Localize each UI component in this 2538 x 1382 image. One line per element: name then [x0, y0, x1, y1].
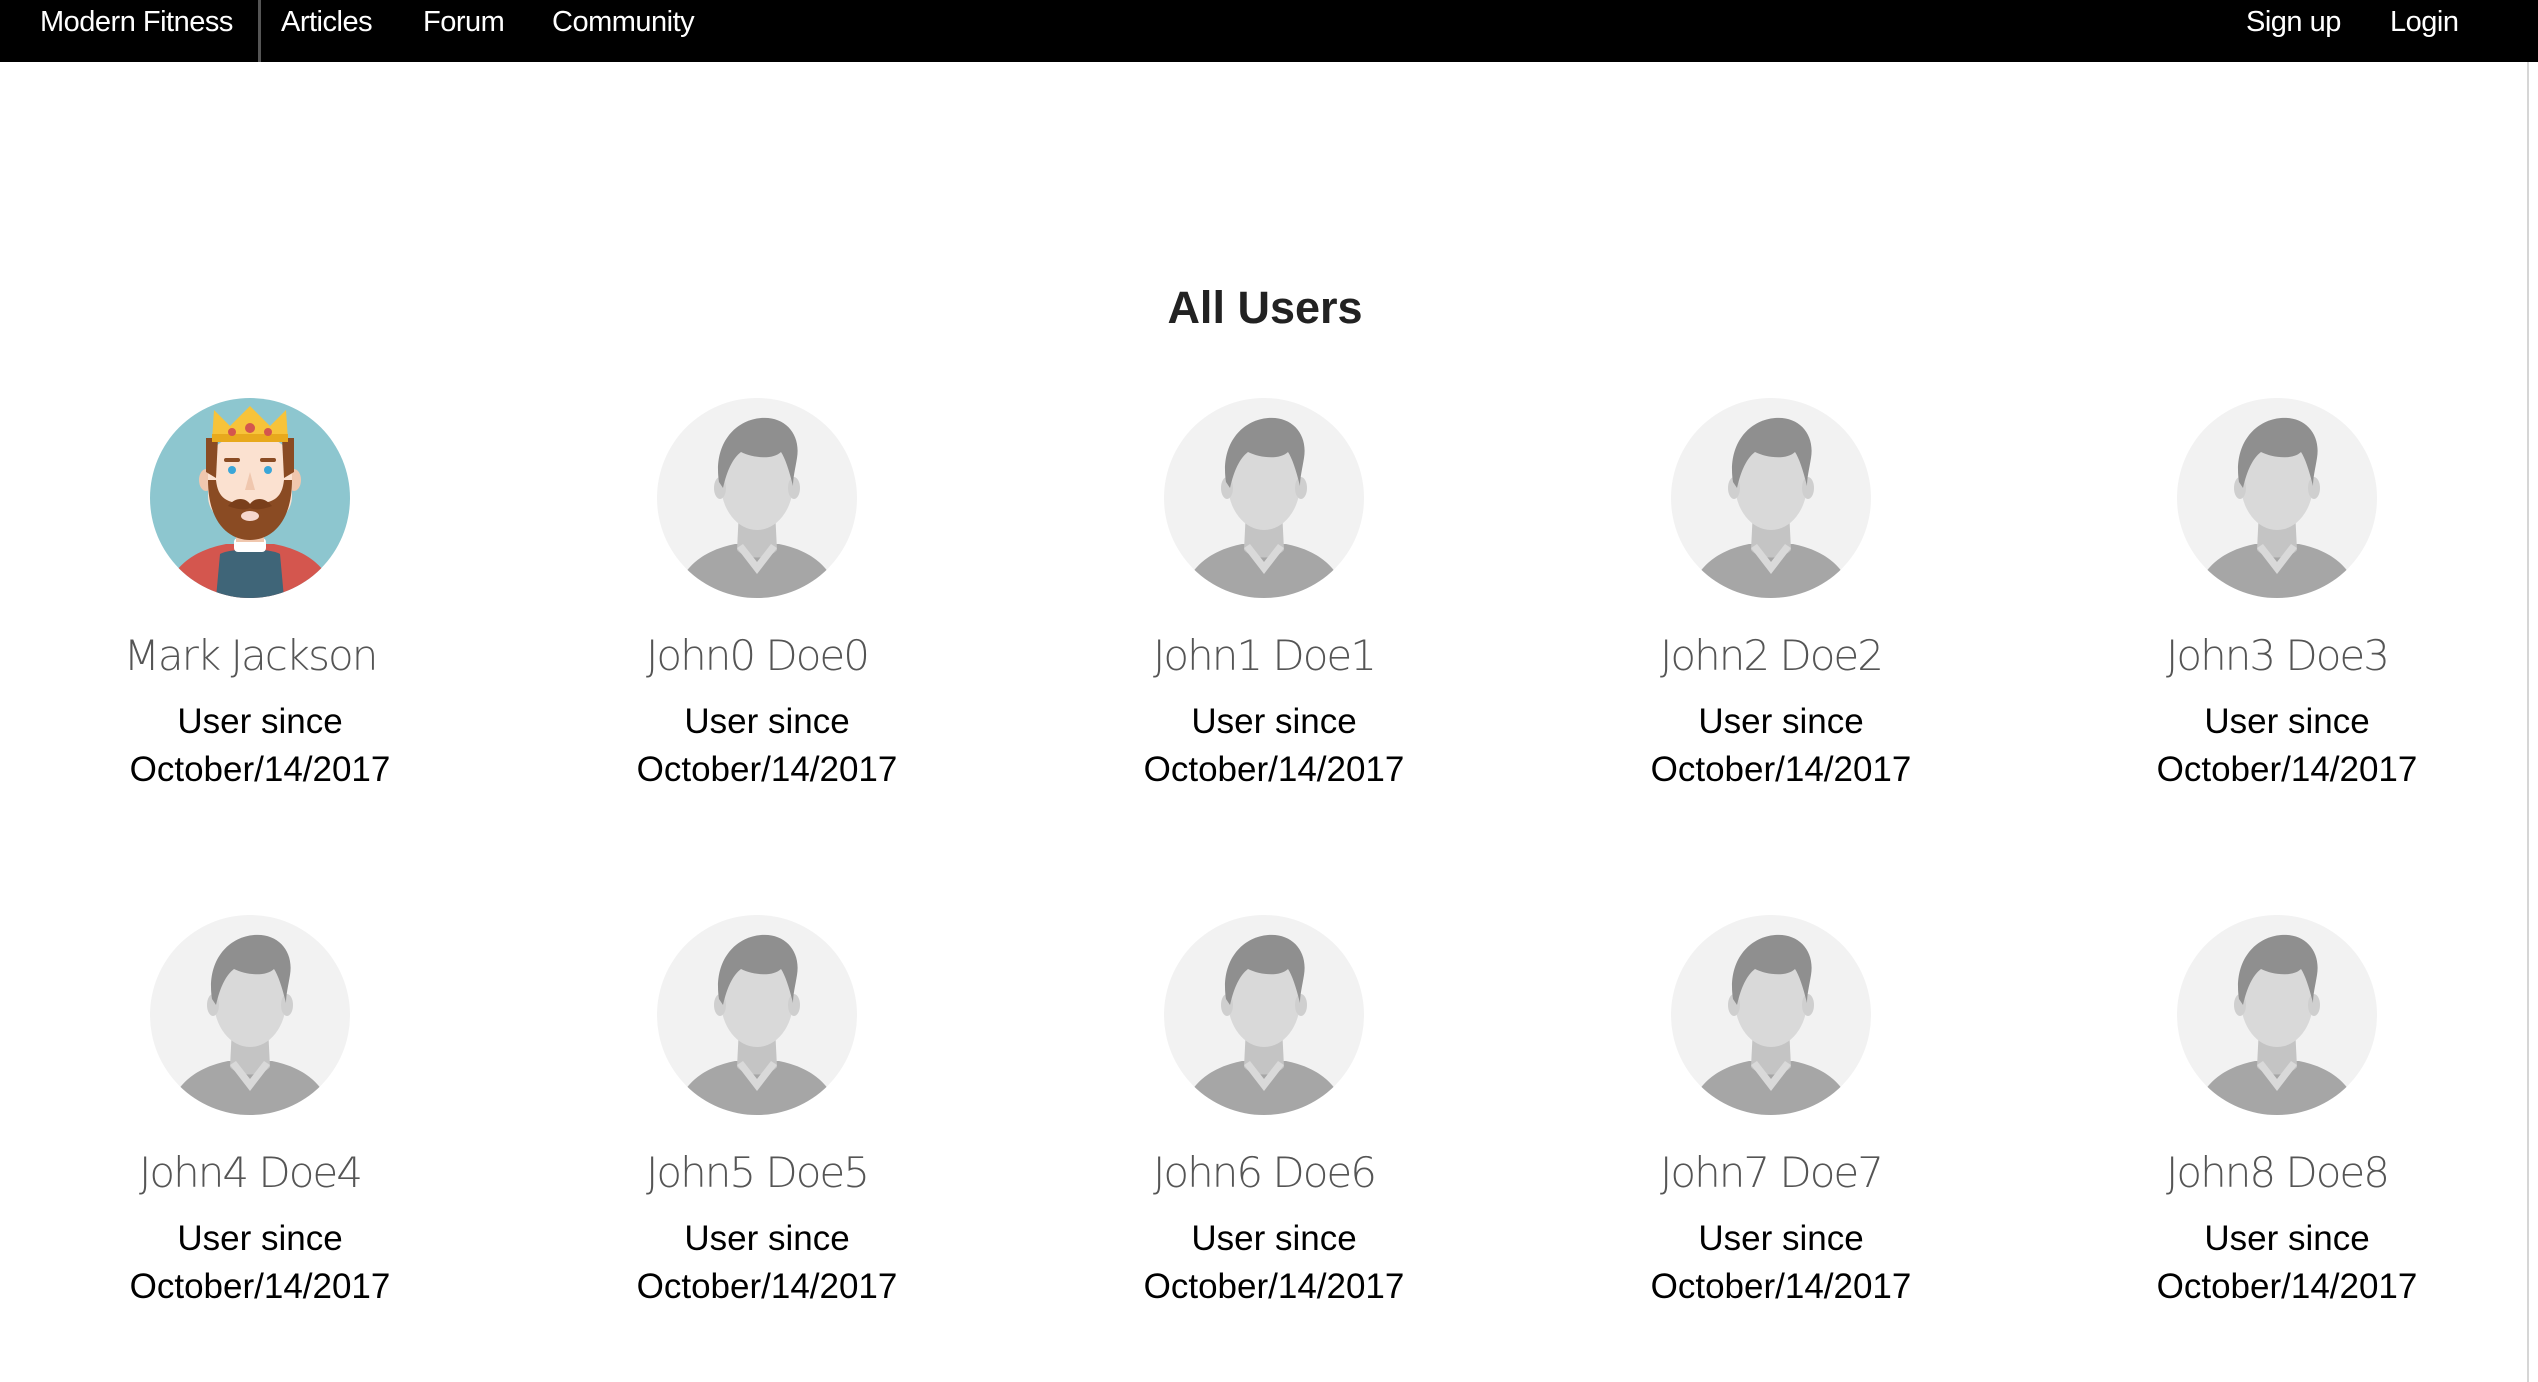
user-name[interactable]: John7 Doe7	[1571, 1143, 1971, 1203]
user-since-label: User since	[2204, 702, 2370, 741]
top-navbar: Modern Fitness Articles Forum Community …	[0, 0, 2538, 62]
user-card: John4 Doe4 User since October/14/2017	[50, 915, 450, 1375]
user-since: User since October/14/2017	[2087, 698, 2487, 794]
user-since: User since October/14/2017	[1581, 1215, 1981, 1311]
user-since-date: October/14/2017	[129, 750, 391, 789]
user-name[interactable]: John5 Doe5	[557, 1143, 957, 1203]
user-since: User since October/14/2017	[1581, 698, 1981, 794]
user-since-label: User since	[684, 702, 850, 741]
nav-link-forum[interactable]: Forum	[423, 0, 505, 45]
user-card: John7 Doe7 User since October/14/2017	[1571, 915, 1971, 1375]
user-since-date: October/14/2017	[636, 750, 898, 789]
user-card: John1 Doe1 User since October/14/2017	[1064, 398, 1464, 858]
brand-link[interactable]: Modern Fitness	[40, 0, 233, 45]
user-since-label: User since	[2204, 1219, 2370, 1258]
user-name[interactable]: John1 Doe1	[1064, 626, 1464, 686]
default-user-avatar-icon[interactable]	[2177, 915, 2377, 1115]
user-name[interactable]: John4 Doe4	[50, 1143, 450, 1203]
default-user-avatar-icon[interactable]	[2177, 398, 2377, 598]
user-name[interactable]: John3 Doe3	[2077, 626, 2477, 686]
user-card: John2 Doe2 User since October/14/2017	[1571, 398, 1971, 858]
user-since-date: October/14/2017	[2156, 1267, 2418, 1306]
user-since: User since October/14/2017	[567, 698, 967, 794]
user-since-date: October/14/2017	[1650, 1267, 1912, 1306]
user-since-label: User since	[1698, 1219, 1864, 1258]
default-user-avatar-icon[interactable]	[1671, 915, 1871, 1115]
user-since-date: October/14/2017	[2156, 750, 2418, 789]
user-since: User since October/14/2017	[2087, 1215, 2487, 1311]
user-since: User since October/14/2017	[1074, 1215, 1474, 1311]
user-since: User since October/14/2017	[60, 698, 460, 794]
user-since-label: User since	[1191, 1219, 1357, 1258]
default-user-avatar-icon[interactable]	[1164, 915, 1364, 1115]
user-name[interactable]: John6 Doe6	[1064, 1143, 1464, 1203]
user-since: User since October/14/2017	[60, 1215, 460, 1311]
user-since-date: October/14/2017	[1143, 1267, 1405, 1306]
user-since-label: User since	[684, 1219, 850, 1258]
user-since-label: User since	[1698, 702, 1864, 741]
default-user-avatar-icon[interactable]	[150, 915, 350, 1115]
default-user-avatar-icon[interactable]	[657, 915, 857, 1115]
user-card: Mark Jackson User since October/14/2017	[50, 398, 450, 858]
user-card: John8 Doe8 User since October/14/2017	[2077, 915, 2477, 1375]
user-card: John5 Doe5 User since October/14/2017	[557, 915, 957, 1375]
user-name[interactable]: John0 Doe0	[557, 626, 957, 686]
user-since-label: User since	[177, 1219, 343, 1258]
user-card: John6 Doe6 User since October/14/2017	[1064, 915, 1464, 1375]
page-scroll-edge	[2527, 62, 2529, 1382]
user-name[interactable]: Mark Jackson	[50, 626, 450, 686]
user-since-date: October/14/2017	[636, 1267, 898, 1306]
user-since-date: October/14/2017	[1143, 750, 1405, 789]
brand-divider	[258, 0, 261, 62]
default-user-avatar-icon[interactable]	[657, 398, 857, 598]
user-card: John0 Doe0 User since October/14/2017	[557, 398, 957, 858]
user-since-label: User since	[1191, 702, 1357, 741]
user-since: User since October/14/2017	[567, 1215, 967, 1311]
user-since-date: October/14/2017	[1650, 750, 1912, 789]
user-since-date: October/14/2017	[129, 1267, 391, 1306]
signup-link[interactable]: Sign up	[2246, 0, 2341, 45]
login-link[interactable]: Login	[2390, 0, 2459, 45]
default-user-avatar-icon[interactable]	[1164, 398, 1364, 598]
user-since: User since October/14/2017	[1074, 698, 1474, 794]
nav-link-articles[interactable]: Articles	[281, 0, 373, 45]
user-name[interactable]: John8 Doe8	[2077, 1143, 2477, 1203]
user-name[interactable]: John2 Doe2	[1571, 626, 1971, 686]
default-user-avatar-icon[interactable]	[1671, 398, 1871, 598]
user-card: John3 Doe3 User since October/14/2017	[2077, 398, 2477, 858]
king-avatar-icon[interactable]	[150, 398, 350, 598]
user-since-label: User since	[177, 702, 343, 741]
page-title: All Users	[1167, 282, 1363, 333]
nav-link-community[interactable]: Community	[552, 0, 695, 45]
